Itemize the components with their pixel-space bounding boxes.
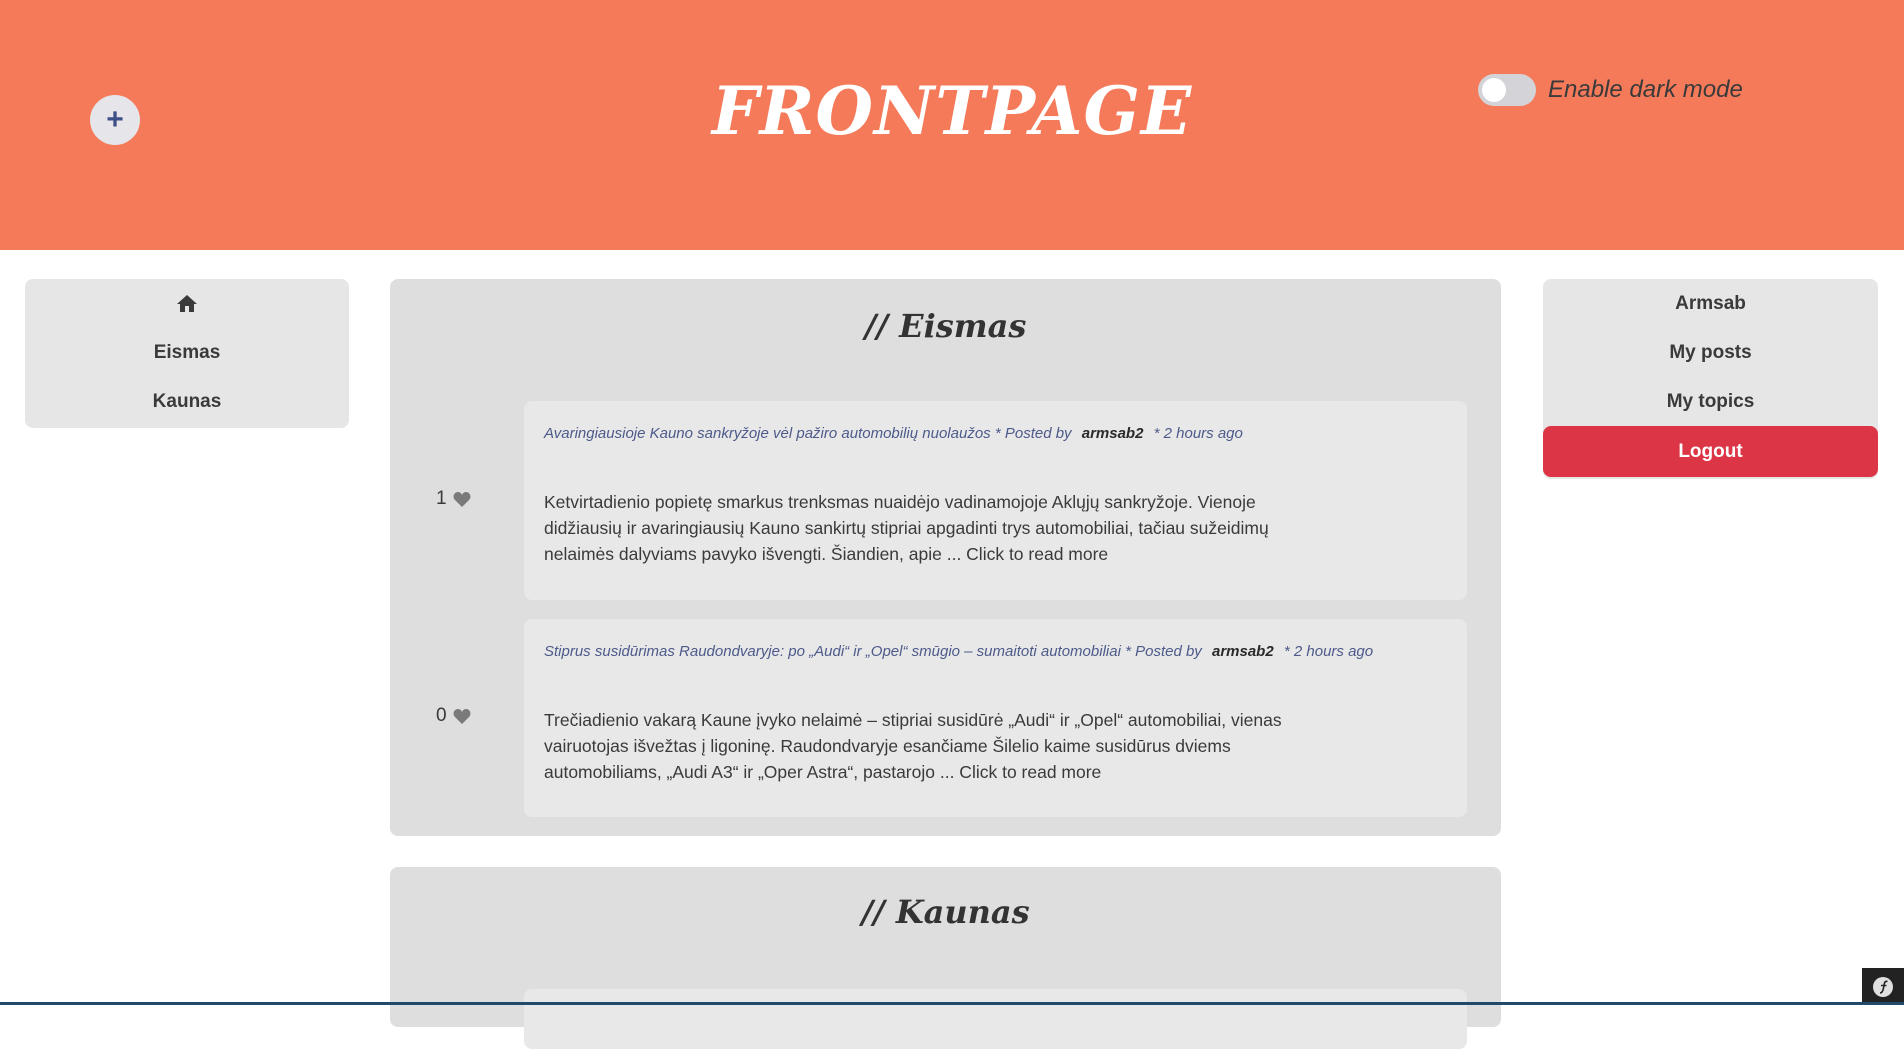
like-counter[interactable]: 1 [436,488,471,510]
heart-icon[interactable] [453,491,471,508]
post-author[interactable]: armsab2 [1212,643,1274,660]
home-icon [177,295,197,312]
topic-title[interactable]: // Eismas [390,307,1501,345]
symfony-icon [1873,976,1893,997]
topic-title[interactable]: // Kaunas [390,893,1501,931]
username-link[interactable]: Armsab [1543,279,1878,328]
sidebar-item-eismas[interactable]: Eismas [25,328,349,377]
post-title[interactable]: Stiprus susidūrimas Raudondvaryje: po „A… [544,643,1121,660]
dark-mode-switch[interactable] [1478,74,1536,106]
post-meta: Avaringiausioje Kauno sankryžoje vėl paž… [544,425,1243,442]
dark-mode-label: Enable dark mode [1548,76,1743,103]
switch-knob [1482,78,1506,102]
posted-by-label: * Posted by [994,425,1072,442]
post-author[interactable]: armsab2 [1082,425,1144,442]
post-excerpt[interactable]: Ketvirtadienio popietę smarkus trenksmas… [544,489,1334,567]
post-card[interactable]: Avaringiausioje Kauno sankryžoje vėl paž… [524,401,1467,600]
post-card[interactable] [524,989,1467,1049]
symfony-toolbar-toggle[interactable] [1862,968,1904,1005]
home-link[interactable] [25,279,349,328]
site-header: + FRONTPAGE Enable dark mode [0,0,1904,250]
my-posts-link[interactable]: My posts [1543,328,1878,377]
topic-section-eismas: // Eismas 1 Avaringiausioje Kauno sankry… [390,279,1501,836]
post-card[interactable]: Stiprus susidūrimas Raudondvaryje: po „A… [524,619,1467,817]
like-count: 0 [436,705,447,726]
dark-mode-toggle[interactable]: Enable dark mode [1478,74,1743,106]
post-time: * 2 hours ago [1153,425,1243,442]
logout-button[interactable]: Logout [1543,426,1878,477]
post-time: * 2 hours ago [1283,643,1374,660]
sidebar-item-kaunas[interactable]: Kaunas [25,377,349,426]
post-meta: Stiprus susidūrimas Raudondvaryje: po „A… [544,643,1373,660]
my-topics-link[interactable]: My topics [1543,377,1878,426]
left-sidebar: Eismas Kaunas [25,279,349,428]
like-count: 1 [436,488,447,509]
post-excerpt[interactable]: Trečiadienio vakarą Kaune įvyko nelaimė … [544,707,1334,785]
post-title[interactable]: Avaringiausioje Kauno sankryžoje vėl paž… [544,425,991,442]
posted-by-label: * Posted by [1125,643,1202,660]
like-counter[interactable]: 0 [436,705,471,727]
heart-icon[interactable] [453,708,471,725]
user-menu: Armsab My posts My topics Logout [1543,279,1878,479]
